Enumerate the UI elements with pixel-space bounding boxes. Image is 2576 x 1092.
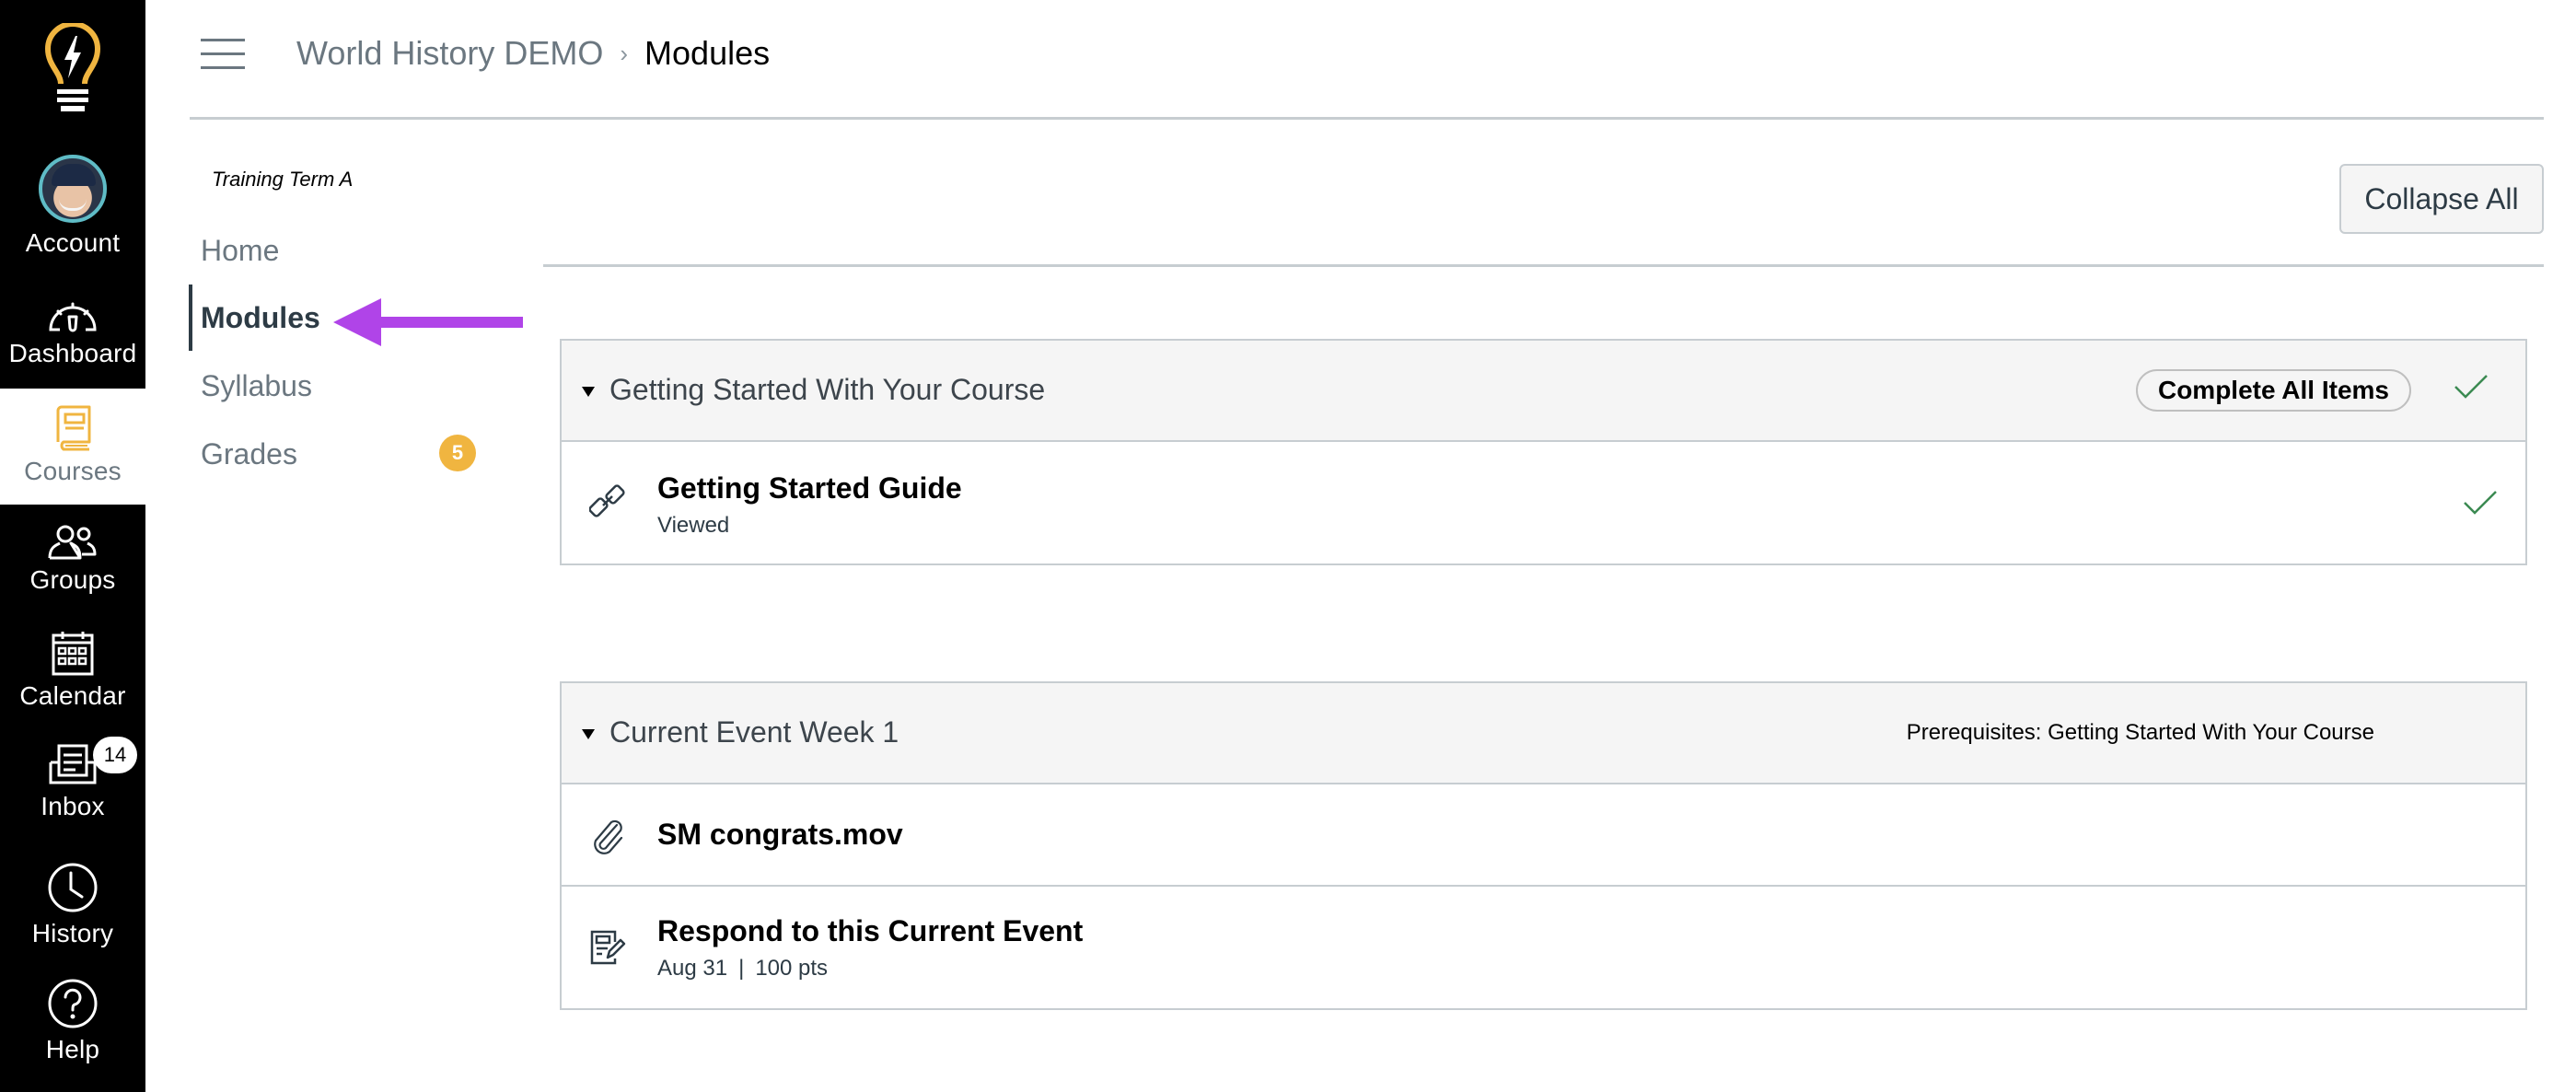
module-title: Getting Started With Your Course [609, 373, 1046, 406]
nav-courses-label: Courses [24, 457, 122, 485]
grades-count-badge: 5 [439, 435, 476, 471]
nav-account[interactable]: Account [0, 155, 145, 258]
module-header[interactable]: Getting Started With Your Course Complet… [562, 341, 2525, 442]
module-item[interactable]: Respond to this Current Event Aug 31 | 100… [562, 887, 2525, 1008]
people-icon [48, 525, 97, 560]
nav-history-label: History [31, 919, 114, 947]
speedometer-icon [49, 302, 97, 332]
hamburger-icon-line [201, 39, 245, 41]
assignment-icon [590, 930, 626, 965]
nav-help[interactable]: Help [0, 978, 145, 1064]
nav-history[interactable]: History [0, 862, 145, 948]
nav-inbox[interactable]: 14 Inbox [0, 737, 145, 821]
nav-groups[interactable]: Groups [0, 523, 145, 595]
item-status: Viewed [657, 513, 730, 538]
link-icon [589, 484, 625, 517]
clock-icon [48, 863, 98, 912]
hamburger-icon-line [201, 52, 245, 55]
course-nav-modules[interactable]: Modules [201, 297, 320, 338]
breadcrumb-course-link[interactable]: World History DEMO [296, 34, 603, 73]
avatar [39, 155, 107, 223]
course-nav-syllabus[interactable]: Syllabus [201, 366, 312, 406]
breadcrumb-current-page: Modules [644, 34, 771, 72]
nav-calendar[interactable]: Calendar [0, 630, 145, 711]
nav-calendar-label: Calendar [19, 681, 126, 710]
collapse-all-button[interactable]: Collapse All [2339, 164, 2544, 234]
nav-help-label: Help [45, 1035, 100, 1063]
toolbar-divider [543, 264, 2544, 267]
course-nav-grades[interactable]: Grades [201, 434, 297, 474]
collapse-caret-icon[interactable] [582, 387, 595, 397]
course-menu-toggle[interactable] [201, 39, 245, 70]
module-title: Current Event Week 1 [609, 715, 899, 749]
question-circle-icon [48, 979, 98, 1028]
hamburger-icon-line [201, 66, 245, 69]
module-getting-started: Getting Started With Your Course Complet… [560, 339, 2527, 565]
module-item[interactable]: SM congrats.mov [562, 784, 2525, 887]
inbox-unread-badge: 14 [93, 737, 137, 773]
module-item[interactable]: Getting Started Guide Viewed [562, 442, 2525, 563]
inbox-icon [49, 744, 97, 784]
annotation-arrow-icon [333, 298, 523, 346]
collapse-caret-icon[interactable] [582, 729, 595, 739]
item-title-link[interactable]: Respond to this Current Event [657, 912, 1083, 949]
term-label: Training Term A [212, 168, 354, 191]
nav-dashboard-label: Dashboard [8, 339, 137, 367]
paperclip-icon [594, 819, 623, 854]
active-indicator [189, 285, 192, 351]
nav-dashboard[interactable]: Dashboard [0, 296, 145, 368]
lightbulb-logo-icon [45, 23, 100, 111]
breadcrumb-separator-icon: › [620, 39, 629, 67]
module-complete-check-icon [2454, 375, 2488, 399]
logo[interactable] [0, 0, 145, 138]
nav-groups-label: Groups [29, 565, 116, 594]
book-icon [56, 405, 91, 451]
nav-courses[interactable]: Courses [0, 389, 145, 505]
nav-account-label: Account [25, 228, 121, 257]
header-divider [190, 117, 2544, 120]
item-complete-check-icon [2464, 491, 2497, 515]
course-nav-home[interactable]: Home [201, 230, 279, 271]
module-current-event-week-1: Current Event Week 1 Prerequisites: Gett… [560, 681, 2527, 1010]
calendar-icon [52, 632, 94, 676]
item-title-link[interactable]: Getting Started Guide [657, 470, 962, 506]
meta-separator: | [738, 956, 745, 981]
module-prerequisites: Prerequisites: Getting Started With Your… [1906, 720, 2374, 745]
item-points: 100 pts [755, 956, 829, 981]
breadcrumb: World History DEMO › Modules [296, 31, 770, 76]
item-details: Aug 31 | 100 pts [657, 955, 1083, 982]
module-header[interactable]: Current Event Week 1 Prerequisites: Gett… [562, 683, 2525, 784]
item-due-date: Aug 31 [657, 956, 728, 981]
global-navigation: Account Dashboard Courses Groups Calenda… [0, 0, 145, 1092]
item-title-link[interactable]: SM congrats.mov [657, 816, 903, 853]
nav-inbox-label: Inbox [41, 792, 105, 820]
complete-all-items-requirement: Complete All Items [2135, 369, 2411, 412]
